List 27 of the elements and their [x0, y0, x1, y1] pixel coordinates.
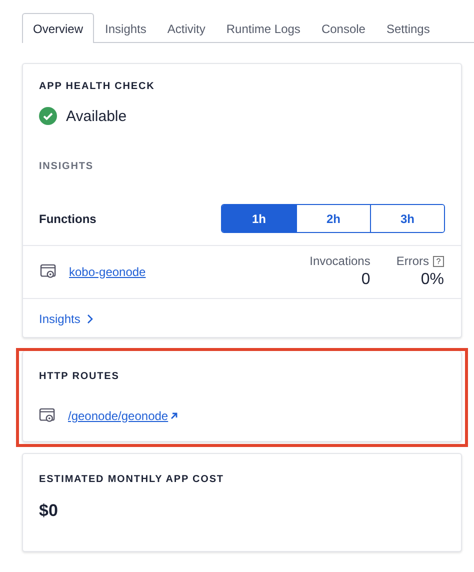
- metric-label: Invocations: [310, 254, 370, 268]
- route-link[interactable]: /geonode/geonode: [68, 408, 168, 422]
- metric-value: 0: [361, 271, 370, 289]
- insights-link[interactable]: Insights: [39, 312, 80, 326]
- tab[interactable]: Overview: [22, 13, 94, 43]
- range-toggle[interactable]: 3h: [370, 205, 444, 232]
- range-toggle[interactable]: 1h: [222, 205, 296, 232]
- external-arrow-icon: [170, 412, 178, 420]
- section-heading: ESTIMATED MONTHLY APP COST: [39, 474, 225, 485]
- section-heading: INSIGHTS: [39, 161, 94, 172]
- app-function-icon: [40, 264, 57, 279]
- app-function-icon: [39, 408, 56, 423]
- functions-label: Functions: [39, 212, 96, 226]
- chevron-right-icon: [87, 314, 94, 324]
- function-link[interactable]: kobo-geonode: [69, 264, 146, 278]
- section-heading: HTTP ROUTES: [39, 371, 120, 382]
- cost-value: $0: [39, 501, 59, 521]
- tab[interactable]: Settings: [376, 13, 440, 43]
- tab[interactable]: Runtime Logs: [216, 13, 310, 43]
- tab[interactable]: Insights: [95, 13, 156, 43]
- status-text: Available: [66, 108, 127, 124]
- tab[interactable]: Console: [311, 13, 376, 43]
- help-icon[interactable]: ?: [433, 256, 444, 266]
- metric-value: 0%: [420, 271, 444, 289]
- section-heading: APP HEALTH CHECK: [39, 81, 156, 92]
- metric-label: Errors: [396, 254, 429, 268]
- tab[interactable]: Activity: [157, 13, 216, 43]
